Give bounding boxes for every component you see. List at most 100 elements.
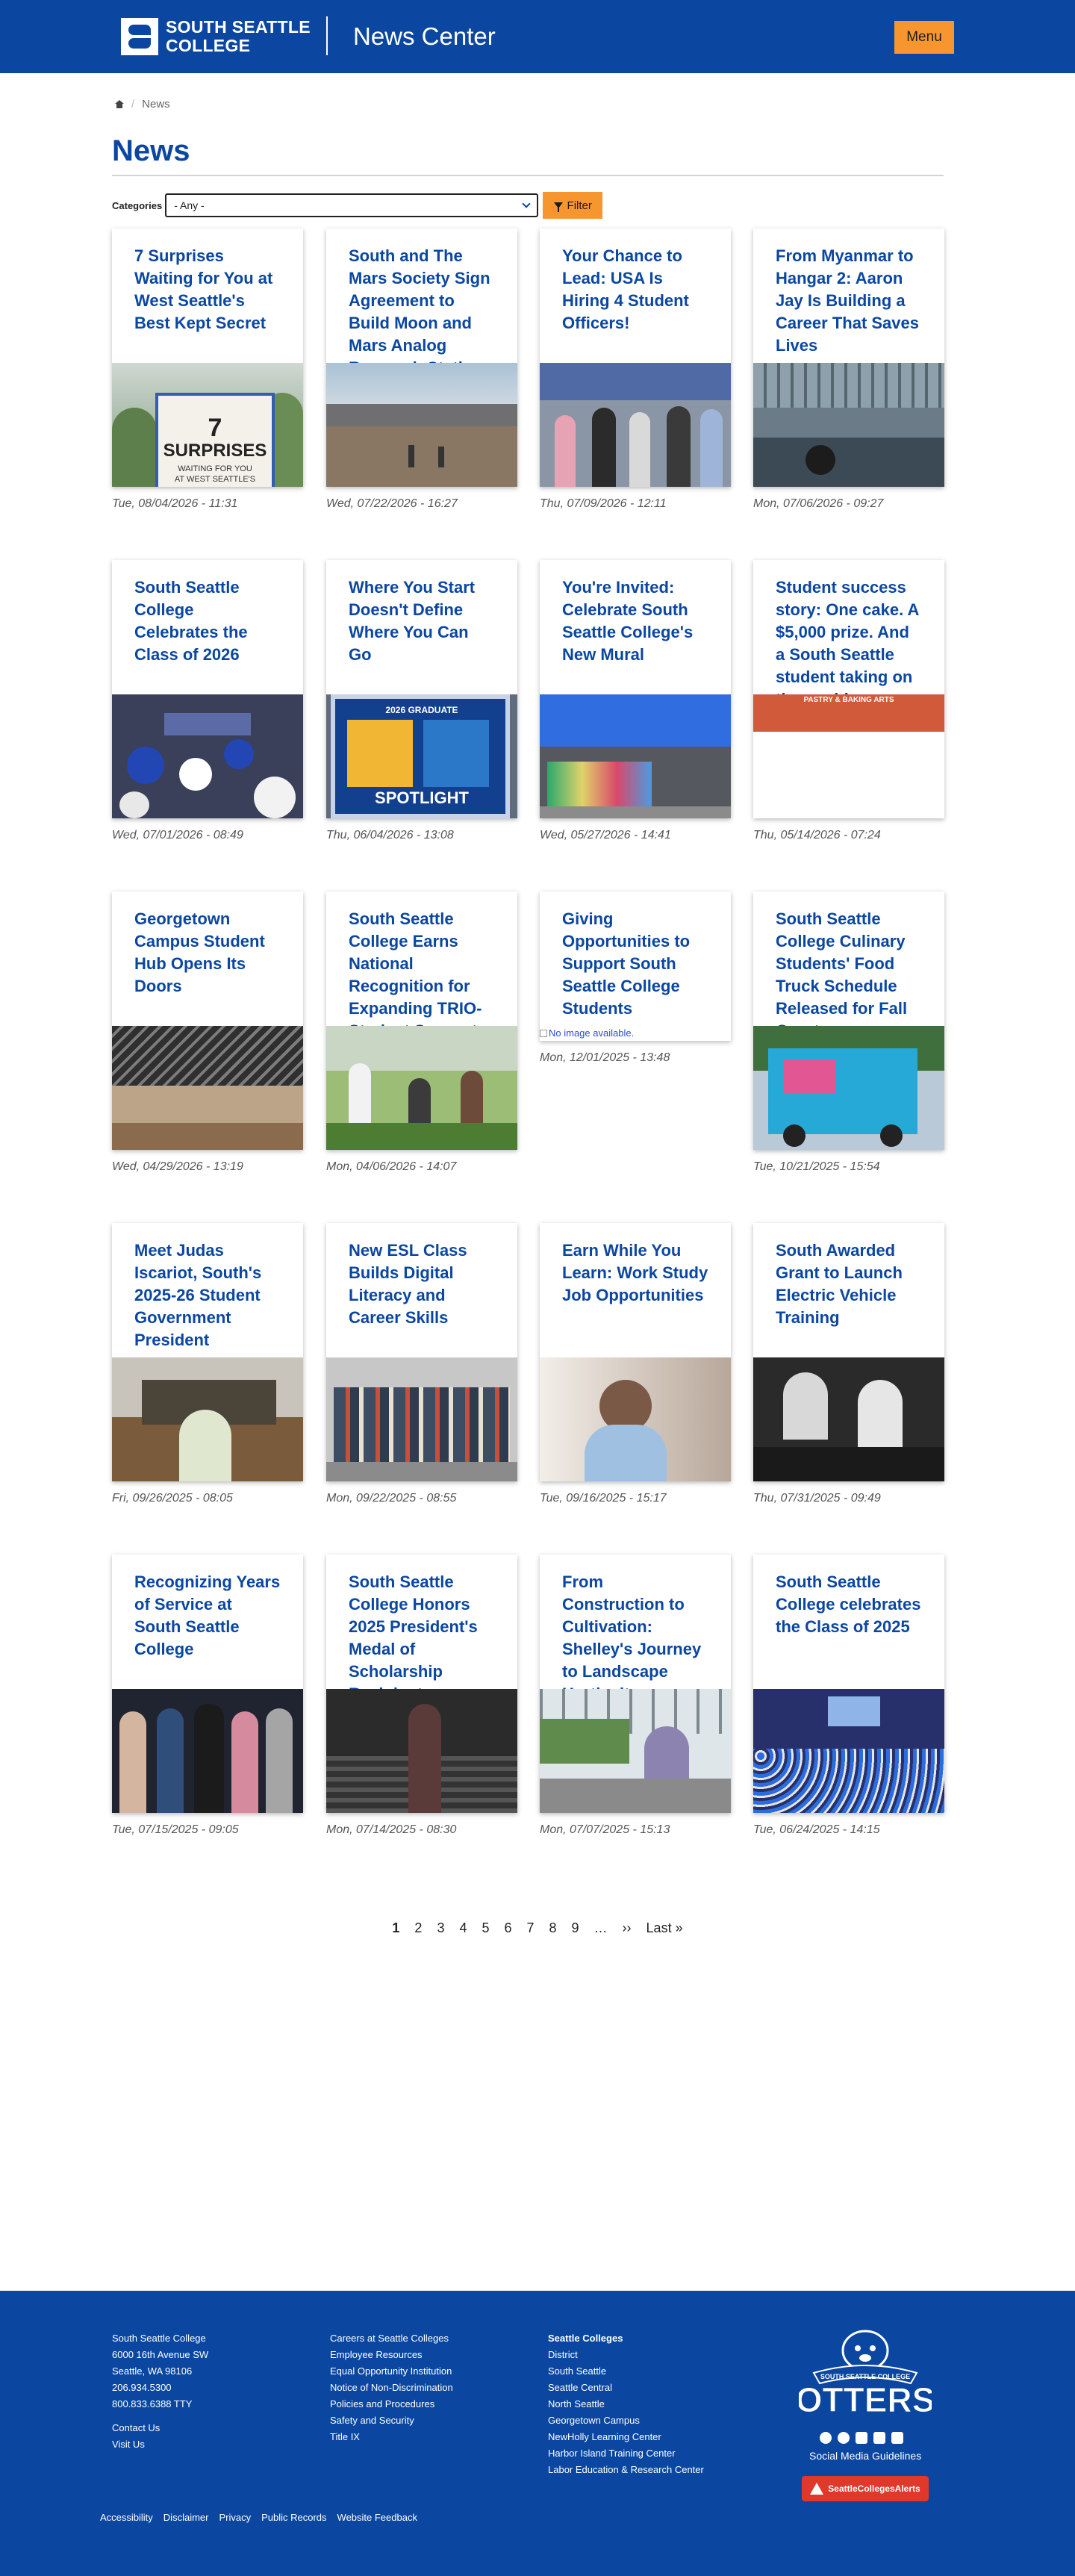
news-card[interactable]: Earn While You Learn: Work Study Job Opp… [540, 1223, 731, 1505]
news-card[interactable]: Meet Judas Iscariot, South's 2025-26 Stu… [112, 1223, 303, 1505]
news-card-title[interactable]: You're Invited: Celebrate South Seattle … [562, 576, 708, 666]
news-card[interactable]: South Seattle College Culinary Students'… [753, 892, 944, 1174]
news-card-title[interactable]: From Myanmar to Hangar 2: Aaron Jay Is B… [776, 245, 922, 357]
news-card-title[interactable]: South Seattle College Culinary Students'… [776, 908, 922, 1026]
news-card-title[interactable]: South Seattle College Celebrates the Cla… [134, 576, 281, 666]
footer-college-link[interactable]: Labor Education & Research Center [548, 2462, 704, 2478]
footer-college-link[interactable]: North Seattle [548, 2396, 704, 2412]
news-card-image[interactable] [112, 1026, 303, 1150]
social-media-guidelines-link[interactable]: Social Media Guidelines [809, 2450, 921, 2462]
news-card-title[interactable]: Giving Opportunities to Support South Se… [562, 908, 708, 1020]
footer-link[interactable]: Safety and Security [330, 2412, 453, 2429]
news-card[interactable]: From Construction to Cultivation: Shelle… [540, 1555, 731, 1837]
pager-page[interactable]: 3 [437, 1920, 444, 1936]
news-card-image[interactable] [540, 1357, 731, 1481]
pager-last[interactable]: Last » [646, 1920, 683, 1936]
instagram-icon[interactable] [856, 2432, 867, 2444]
news-card[interactable]: Where You Start Doesn't Define Where You… [326, 560, 517, 842]
pager-page[interactable]: 4 [459, 1920, 467, 1936]
footer-link[interactable]: Equal Opportunity Institution [330, 2363, 453, 2380]
news-card[interactable]: South Seattle College Celebrates the Cla… [112, 560, 303, 842]
news-card[interactable]: Student success story: One cake. A $5,00… [753, 560, 944, 842]
college-logo[interactable]: SOUTH SEATTLE COLLEGE [121, 18, 311, 55]
footer-college-link[interactable]: District [548, 2347, 704, 2363]
news-card-image[interactable] [540, 1689, 731, 1813]
news-card-title[interactable]: Student success story: One cake. A $5,00… [776, 576, 922, 694]
footer-college-link[interactable]: Seattle Central [548, 2380, 704, 2396]
site-name[interactable]: News Center [353, 22, 496, 51]
news-card-image[interactable] [540, 694, 731, 818]
footer-college-link[interactable]: South Seattle [548, 2363, 704, 2380]
news-card-image[interactable] [112, 1689, 303, 1813]
pager-page[interactable]: 9 [572, 1920, 579, 1936]
news-card-title[interactable]: South Awarded Grant to Launch Electric V… [776, 1239, 922, 1329]
footer-link[interactable]: Employee Resources [330, 2347, 453, 2363]
news-card-image[interactable] [753, 1689, 944, 1813]
news-card-title[interactable]: Your Chance to Lead: USA Is Hiring 4 Stu… [562, 245, 708, 335]
news-card[interactable]: Recognizing Years of Service at South Se… [112, 1555, 303, 1837]
news-card-title[interactable]: Recognizing Years of Service at South Se… [134, 1571, 281, 1661]
news-card-image[interactable]: PASTRY & BAKING ARTS [753, 694, 944, 818]
news-card[interactable]: Georgetown Campus Student Hub Opens Its … [112, 892, 303, 1174]
news-card-image[interactable] [753, 1357, 944, 1481]
filter-button[interactable]: Filter [543, 192, 603, 219]
news-card-image[interactable] [540, 363, 731, 487]
pager-page[interactable]: 7 [527, 1920, 535, 1936]
tiktok-icon[interactable] [838, 2432, 850, 2444]
news-card-image[interactable] [326, 363, 517, 487]
news-card[interactable]: South Seattle College celebrates the Cla… [753, 1555, 944, 1837]
news-card-title[interactable]: South Seattle College Honors 2025 Presid… [349, 1571, 495, 1689]
pager-page[interactable]: 2 [414, 1920, 422, 1936]
news-card-image[interactable] [112, 1357, 303, 1481]
news-card-title[interactable]: 7 Surprises Waiting for You at West Seat… [134, 245, 281, 335]
footer-link[interactable]: Notice of Non-Discrimination [330, 2380, 453, 2396]
facebook-icon[interactable] [820, 2432, 832, 2444]
footer-bottom-link[interactable]: Privacy [219, 2512, 251, 2523]
pager-page[interactable]: 8 [549, 1920, 557, 1936]
news-card-image[interactable]: 7 SURPRISES WAITING FOR YOU AT WEST SEATTLE… [112, 363, 303, 487]
news-card-image[interactable]: 2026 GRADUATE SPOTLIGHT [326, 694, 517, 818]
home-icon[interactable] [115, 100, 124, 108]
news-card-title[interactable]: South and The Mars Society Sign Agreemen… [349, 245, 495, 363]
news-card[interactable]: New ESL Class Builds Digital Literacy an… [326, 1223, 517, 1505]
linkedin-icon[interactable] [891, 2432, 903, 2444]
footer-tty[interactable]: 800.833.6388 TTY [112, 2396, 208, 2412]
news-card[interactable]: South Seattle College Earns National Rec… [326, 892, 517, 1174]
news-card[interactable]: South Seattle College Honors 2025 Presid… [326, 1555, 517, 1837]
news-card-image[interactable] [112, 694, 303, 818]
news-card-image[interactable] [753, 363, 944, 487]
news-card[interactable]: South Awarded Grant to Launch Electric V… [753, 1223, 944, 1505]
footer-link[interactable]: Title IX [330, 2429, 453, 2445]
youtube-icon[interactable] [873, 2432, 885, 2444]
news-card-title[interactable]: Meet Judas Iscariot, South's 2025-26 Stu… [134, 1239, 281, 1351]
footer-link[interactable]: Careers at Seattle Colleges [330, 2330, 453, 2347]
categories-select[interactable]: - Any - [165, 193, 539, 217]
news-card-title[interactable]: New ESL Class Builds Digital Literacy an… [349, 1239, 495, 1329]
footer-bottom-link[interactable]: Accessibility [100, 2512, 153, 2523]
colleges-alerts-button[interactable]: SeattleCollegesAlerts [802, 2476, 929, 2501]
footer-bottom-link[interactable]: Website Feedback [337, 2512, 417, 2523]
news-card[interactable]: From Myanmar to Hangar 2: Aaron Jay Is B… [753, 228, 944, 511]
footer-phone[interactable]: 206.934.5300 [112, 2380, 208, 2396]
news-card[interactable]: 7 Surprises Waiting for You at West Seat… [112, 228, 303, 511]
news-card-title[interactable]: South Seattle College Earns National Rec… [349, 908, 495, 1026]
footer-link[interactable]: Policies and Procedures [330, 2396, 453, 2412]
news-card-title[interactable]: Earn While You Learn: Work Study Job Opp… [562, 1239, 708, 1307]
news-card-image[interactable] [326, 1357, 517, 1481]
news-card-image[interactable] [326, 1689, 517, 1813]
news-card-image[interactable] [753, 1026, 944, 1150]
news-card-title[interactable]: Where You Start Doesn't Define Where You… [349, 576, 495, 666]
news-card-title[interactable]: Georgetown Campus Student Hub Opens Its … [134, 908, 281, 998]
pager-next[interactable]: ›› [623, 1920, 632, 1936]
pager-page[interactable]: 6 [504, 1920, 511, 1936]
footer-college-link[interactable]: Georgetown Campus [548, 2412, 704, 2429]
news-card[interactable]: You're Invited: Celebrate South Seattle … [540, 560, 731, 842]
news-card[interactable]: Your Chance to Lead: USA Is Hiring 4 Stu… [540, 228, 731, 511]
news-card-title[interactable]: From Construction to Cultivation: Shelle… [562, 1571, 708, 1689]
news-card-image[interactable] [326, 1026, 517, 1150]
news-card[interactable]: Giving Opportunities to Support South Se… [540, 892, 731, 1065]
news-card[interactable]: South and The Mars Society Sign Agreemen… [326, 228, 517, 511]
menu-button[interactable]: Menu [894, 21, 954, 54]
news-card-title[interactable]: South Seattle College celebrates the Cla… [776, 1571, 922, 1638]
footer-visit-us[interactable]: Visit Us [112, 2436, 208, 2453]
